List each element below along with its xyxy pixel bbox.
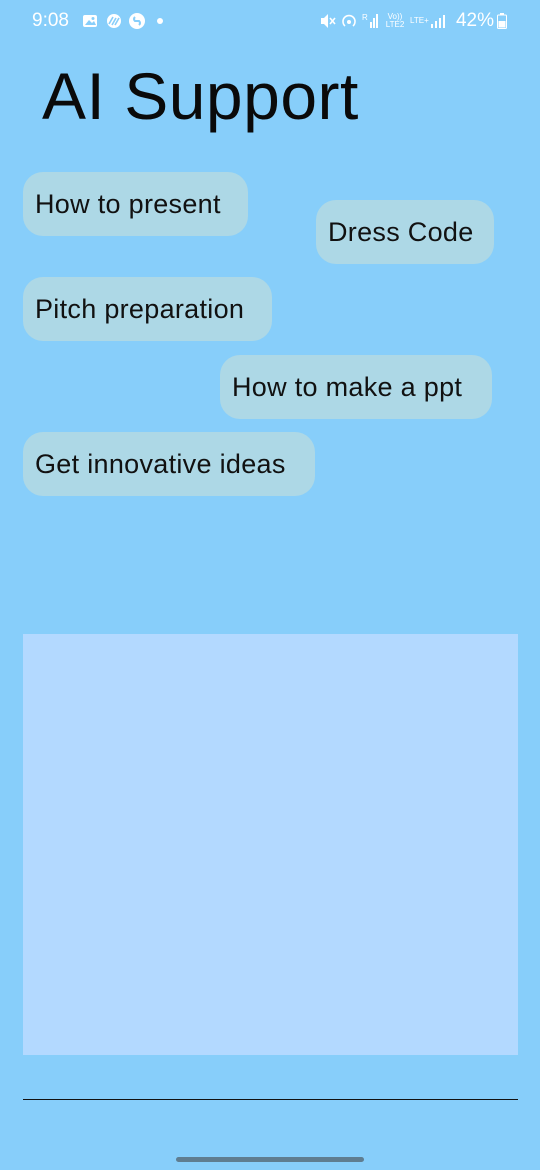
volte-label: Vo)) LTE2 (385, 12, 405, 29)
dot-icon (156, 12, 164, 30)
media-icon (104, 12, 124, 30)
lte-label: LTE+ (410, 16, 429, 25)
hotspot-icon (340, 12, 358, 30)
message-input[interactable] (23, 1060, 518, 1100)
status-bar: 9:08 R Vo)) LTE2 LTE+ 42% (0, 0, 540, 44)
suggestion-how-to-present[interactable]: How to present (23, 172, 248, 236)
suggestion-innovative-ideas[interactable]: Get innovative ideas (23, 432, 315, 496)
gallery-icon (82, 12, 98, 30)
lte-icon: LTE+ (410, 12, 429, 30)
battery-icon (497, 12, 507, 30)
page-title: AI Support (42, 59, 359, 133)
shazam-icon (128, 12, 146, 30)
suggestion-dress-code[interactable]: Dress Code (316, 200, 494, 264)
mute-icon (318, 12, 336, 30)
svg-text:R: R (362, 13, 368, 22)
suggestion-how-to-make-ppt[interactable]: How to make a ppt (220, 355, 492, 419)
response-area (23, 634, 518, 1055)
home-indicator[interactable] (176, 1157, 364, 1162)
suggestion-pitch-preparation[interactable]: Pitch preparation (23, 277, 272, 341)
volte-icon: Vo)) LTE2 (384, 12, 406, 30)
signal-icon (430, 12, 446, 30)
status-time: 9:08 (32, 10, 69, 31)
signal-r-icon: R (362, 12, 378, 30)
battery-percentage: 42% (455, 10, 494, 31)
